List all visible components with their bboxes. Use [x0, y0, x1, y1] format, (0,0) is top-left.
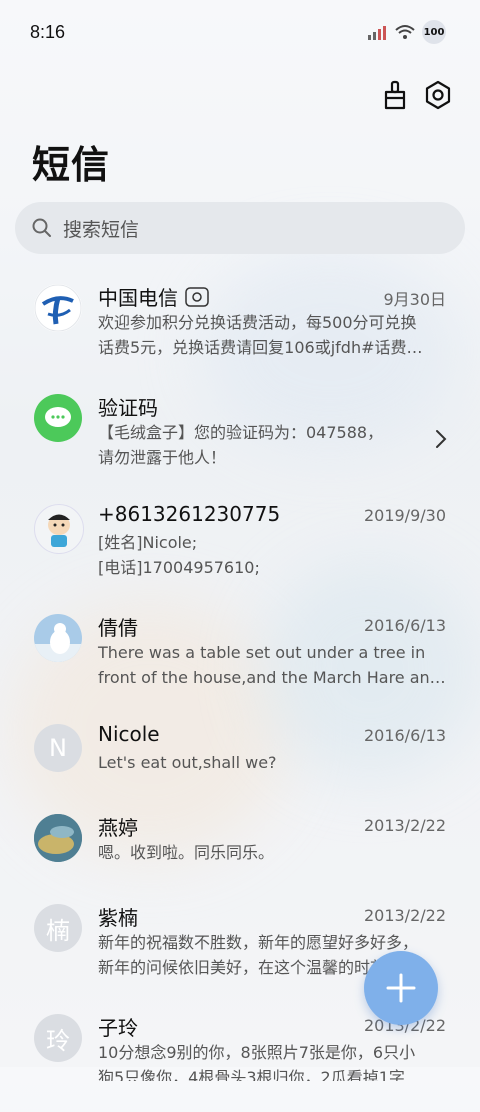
clean-button[interactable]	[378, 78, 412, 112]
contact-name: 倩倩	[98, 616, 138, 640]
landscape-avatar-icon	[34, 814, 82, 862]
message-preview: 10分想念9别的你，8张照片7张是你，6只小 狗5只像你，4根骨头3根归你，2瓜…	[98, 1043, 421, 1081]
message-date: 2016/6/13	[363, 726, 446, 745]
settings-button[interactable]	[421, 78, 455, 112]
contact-name: +8613261230775	[98, 502, 281, 526]
plus-icon	[386, 973, 416, 1003]
message-preview: 嗯。收到啦。同乐同乐。	[98, 843, 275, 862]
conversation-item[interactable]: 中国电信 9月30日 欢迎参加积分兑换话费活动，每500分可兑换 话费5元，兑换…	[0, 272, 480, 382]
message-date: 2019/9/30	[363, 506, 446, 525]
gear-icon	[425, 80, 451, 110]
message-preview: There was a table set out under a tree i…	[98, 643, 446, 687]
polar-bear-avatar-icon	[34, 623, 82, 662]
conversation-item[interactable]: +8613261230775 2019/9/30 [姓名]Nicole; [电话…	[0, 492, 480, 602]
contact-name: 紫楠	[98, 906, 138, 930]
contact-name: Nicole	[98, 722, 160, 746]
avatar	[34, 504, 84, 554]
broom-icon	[384, 80, 406, 110]
status-icons: 100	[366, 20, 446, 44]
new-message-button[interactable]	[364, 951, 438, 1025]
page-title: 短信	[32, 143, 111, 187]
avatar	[34, 614, 82, 662]
verified-badge-icon	[185, 287, 210, 307]
battery-icon: 100	[422, 20, 446, 44]
message-date: 2013/2/22	[363, 906, 446, 925]
search-placeholder: 搜索短信	[63, 218, 140, 241]
contact-name: 中国电信	[98, 282, 210, 311]
status-time: 8:16	[30, 22, 66, 42]
search-bar[interactable]: 搜索短信	[15, 202, 465, 254]
message-preview: Let's eat out,shall we?	[98, 753, 277, 772]
avatar	[34, 284, 82, 332]
contact-name: 验证码	[98, 396, 158, 420]
conversation-item[interactable]: 验证码 【毛绒盒子】您的验证码为：047588， 请勿泄露于他人！	[0, 382, 480, 492]
message-date: 9月30日	[383, 290, 446, 309]
message-date: 2013/2/22	[363, 816, 446, 835]
message-bubble-icon	[45, 407, 71, 427]
avatar: N	[34, 724, 82, 772]
contact-name: 子玲	[98, 1016, 138, 1040]
avatar	[34, 394, 82, 442]
message-preview: [姓名]Nicole; [电话]17004957610;	[98, 533, 260, 577]
wifi-icon	[395, 25, 415, 39]
status-bar: 8:16 100	[0, 0, 480, 68]
avatar: 楠	[34, 904, 82, 952]
message-preview: 欢迎参加积分兑换话费活动，每500分可兑换 话费5元，兑换话费请回复106或jf…	[98, 313, 423, 357]
avatar: 玲	[34, 1014, 82, 1062]
chevron-right-icon[interactable]	[434, 428, 448, 450]
message-date: 2016/6/13	[363, 616, 446, 635]
search-icon	[32, 218, 51, 237]
conversation-item[interactable]: 倩倩 2016/6/13 There was a table set out u…	[0, 602, 480, 712]
contact-name: 燕婷	[98, 816, 138, 840]
message-preview: 【毛绒盒子】您的验证码为：047588， 请勿泄露于他人！	[98, 423, 384, 467]
avatar	[34, 814, 82, 862]
signal-icon	[368, 26, 386, 40]
china-telecom-logo-icon	[34, 284, 82, 332]
cartoon-boy-avatar-icon	[48, 514, 70, 547]
